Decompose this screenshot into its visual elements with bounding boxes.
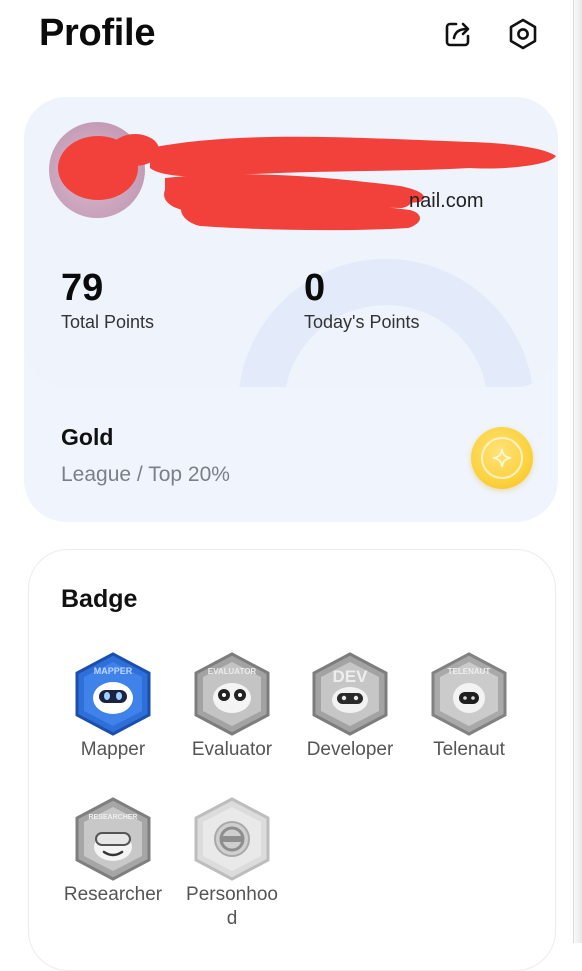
svg-text:RESEARCHER: RESEARCHER — [88, 814, 137, 821]
league-rank: League / Top 20% — [61, 463, 230, 486]
svg-text:MAPPER: MAPPER — [94, 666, 133, 676]
settings-icon — [509, 18, 537, 50]
league-info[interactable]: Gold League / Top 20% — [61, 424, 230, 487]
avatar[interactable] — [49, 122, 145, 218]
email-address: nail.com — [409, 190, 484, 212]
badge-mapper[interactable]: MAPPER Mapper — [53, 652, 173, 762]
badge-label: Telenaut — [433, 739, 505, 760]
telenaut-badge-icon: TELENAUT — [431, 652, 507, 736]
today-points-value: 0 — [304, 267, 326, 309]
badge-developer[interactable]: DEV Developer — [290, 652, 410, 762]
total-points-label: Total Points — [61, 312, 155, 332]
scrollbar[interactable] — [573, 0, 582, 943]
sparkle-icon — [492, 448, 512, 468]
badge-evaluator[interactable]: EVALUATOR Evaluator — [172, 652, 292, 762]
badge-label: Personhoo d — [186, 884, 278, 929]
badge-label: Researcher — [63, 884, 163, 905]
league-name: Gold — [61, 424, 114, 450]
settings-button[interactable] — [503, 14, 543, 54]
total-points-stat: 79 Total Points — [61, 266, 154, 333]
evaluator-badge-icon: EVALUATOR — [194, 652, 270, 736]
svg-text:TELENAUT: TELENAUT — [448, 667, 491, 676]
badge-label: Mapper — [80, 739, 146, 760]
badge-personhood[interactable]: Personhoo d — [172, 797, 292, 931]
coin-ring — [481, 437, 523, 479]
svg-text:DEV: DEV — [333, 667, 369, 686]
developer-badge-icon: DEV — [312, 652, 388, 736]
share-button[interactable] — [438, 14, 478, 54]
svg-text:EVALUATOR: EVALUATOR — [208, 667, 257, 676]
badge-researcher[interactable]: RESEARCHER Researcher — [53, 797, 173, 907]
researcher-badge-icon: RESEARCHER — [75, 797, 151, 881]
badge-telenaut[interactable]: TELENAUT Telenaut — [409, 652, 529, 762]
page-title: Profile — [39, 12, 156, 54]
header: Profile — [0, 0, 582, 80]
gold-coin-icon — [471, 427, 533, 489]
personhood-badge-icon — [194, 797, 270, 881]
mapper-badge-icon: MAPPER — [75, 652, 151, 736]
today-points-label: Today's Points — [304, 312, 420, 332]
profile-summary — [24, 97, 558, 387]
share-icon — [445, 22, 470, 47]
total-points-value: 79 — [61, 267, 104, 309]
badge-label: Evaluator — [191, 739, 273, 760]
badge-label: Developer — [306, 739, 394, 760]
today-points-stat: 0 Today's Points — [304, 266, 420, 333]
badge-section-title: Badge — [61, 585, 138, 613]
